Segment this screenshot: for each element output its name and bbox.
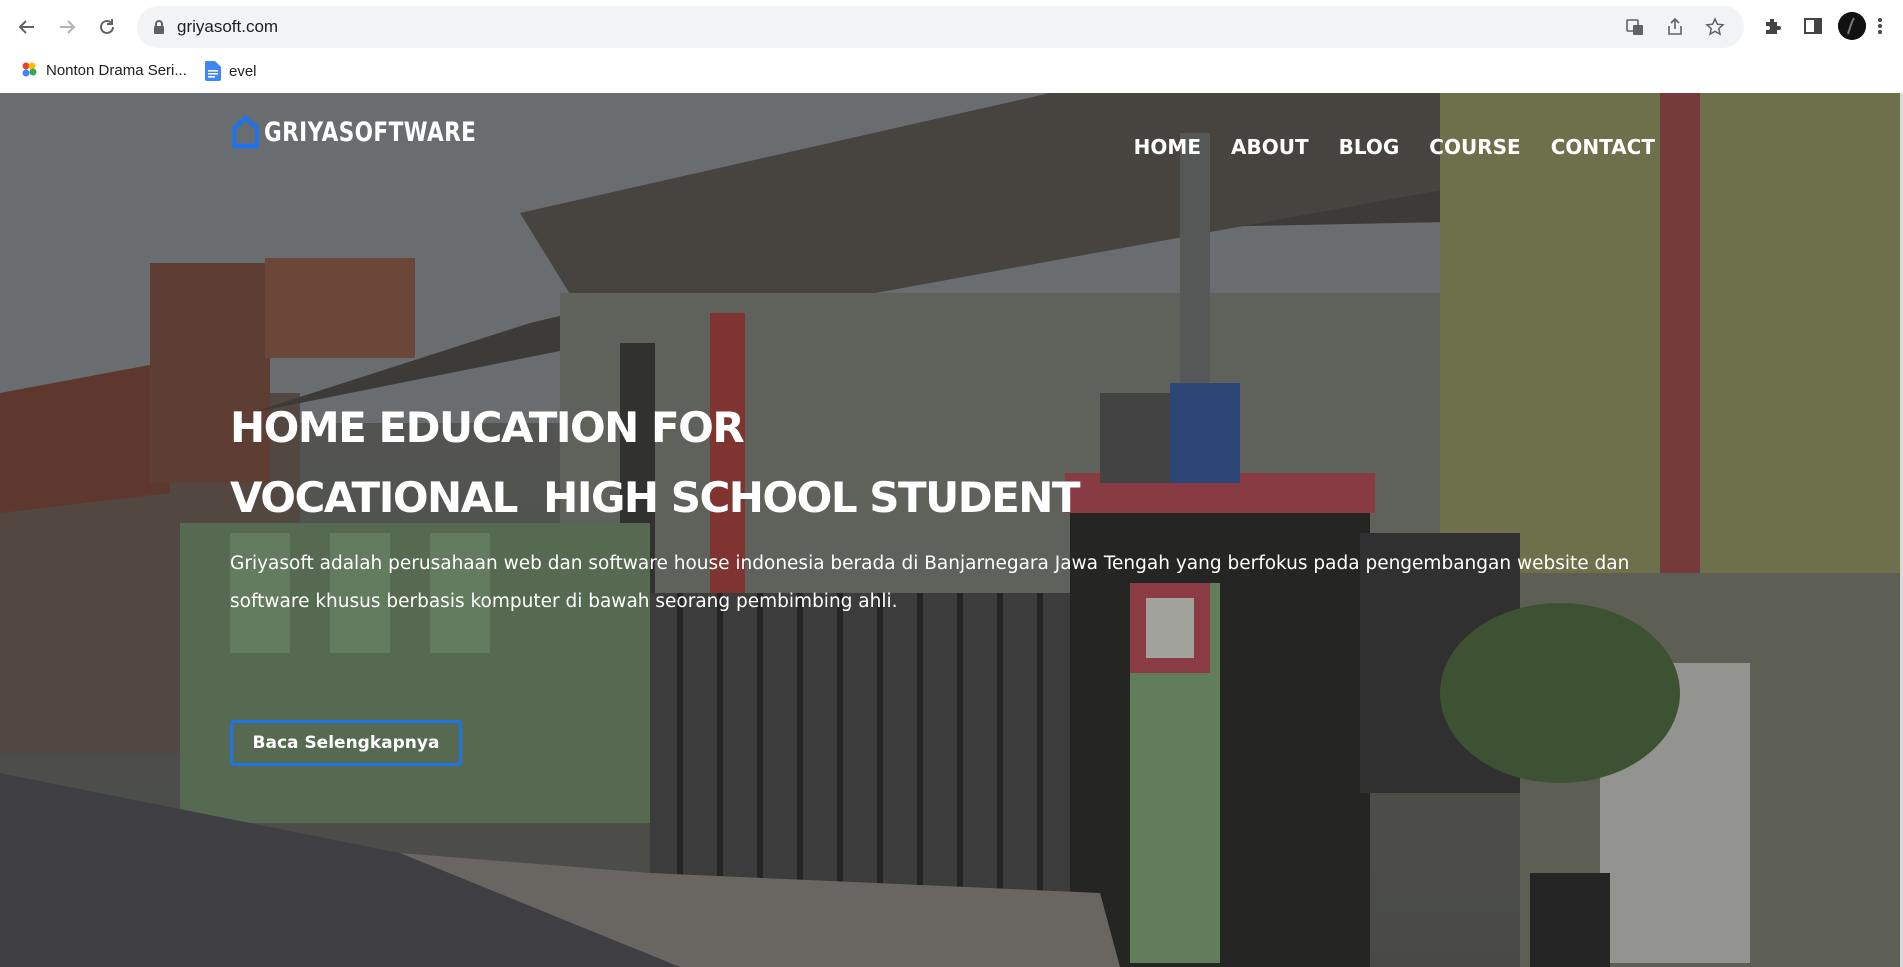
google-docs-icon (205, 61, 221, 81)
lock-icon (154, 20, 164, 34)
browser-toolbar: griyasoft.com (0, 0, 1903, 53)
address-bar[interactable]: griyasoft.com (137, 6, 1744, 48)
profile-avatar[interactable] (1838, 12, 1866, 40)
bookmark-star-icon[interactable] (1704, 16, 1726, 38)
main-nav: HOME ABOUT BLOG COURSE CONTACT (1134, 135, 1655, 159)
arrow-left-icon (18, 20, 34, 34)
site-logo[interactable]: GRIYASOFTWARE (232, 115, 476, 149)
forward-button[interactable] (52, 12, 82, 42)
nav-home[interactable]: HOME (1134, 135, 1201, 159)
headline-line-2: VOCATIONAL HIGH SCHOOL STUDENT (230, 473, 1081, 522)
house-logo-icon (232, 115, 259, 149)
nav-course[interactable]: COURSE (1429, 135, 1520, 159)
bookmark-label: evel (229, 62, 257, 80)
reload-icon (100, 19, 114, 34)
nav-about[interactable]: ABOUT (1231, 135, 1309, 159)
bookmark-label: Nonton Drama Seri... (46, 61, 187, 79)
bookmark-item[interactable]: evel (205, 61, 257, 81)
menu-kebab-icon[interactable] (1872, 13, 1888, 39)
url-text: griyasoft.com (177, 17, 279, 36)
headline-line-1: HOME EDUCATION FOR (230, 403, 745, 452)
hero-description: Griyasoft adalah perusahaan web dan soft… (230, 553, 1630, 612)
share-icon[interactable] (1664, 16, 1686, 38)
nav-blog[interactable]: BLOG (1339, 135, 1400, 159)
hero-headline: HOME EDUCATION FOR VOCATIONAL HIGH SCHOO… (230, 393, 1081, 533)
back-button[interactable] (12, 12, 42, 42)
bookmarks-bar: Nonton Drama Seri... evel (0, 53, 1903, 93)
translate-icon[interactable] (1624, 16, 1646, 38)
reload-button[interactable] (92, 12, 122, 42)
nav-contact[interactable]: CONTACT (1551, 135, 1655, 159)
hero-section: GRIYASOFTWARE HOME ABOUT BLOG COURSE CON… (0, 93, 1900, 967)
arrow-right-icon (60, 20, 76, 34)
pinwheel-icon (22, 62, 37, 77)
extensions-icon[interactable] (1760, 13, 1786, 39)
logo-text: GRIYASOFTWARE (264, 116, 477, 148)
side-panel-icon[interactable] (1800, 13, 1826, 39)
read-more-button[interactable]: Baca Selengkapnya (230, 720, 462, 766)
bookmark-item[interactable]: Nonton Drama Seri... (20, 61, 187, 79)
